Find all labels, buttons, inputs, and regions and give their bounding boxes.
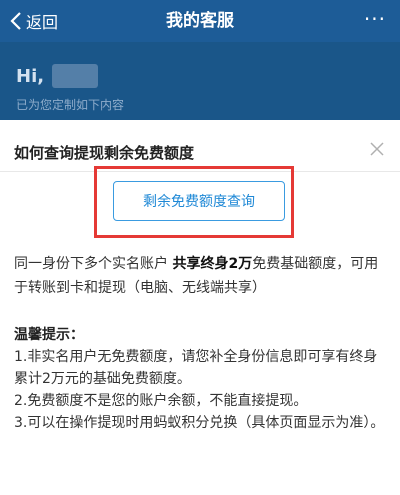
greeting-banner: Hi, 已为您定制如下内容 xyxy=(0,42,400,120)
blurred-username xyxy=(52,64,98,88)
tips-title: 温馨提示： xyxy=(14,327,84,343)
card-title: 如何查询提现剩余免费额度 xyxy=(14,144,195,162)
tip-item: 2.免费额度不是您的账户余额，不能直接提现。 xyxy=(14,393,308,409)
nav-bar: 返回 我的客服 ··· xyxy=(0,0,400,42)
close-button[interactable] xyxy=(366,138,388,160)
greeting-subtitle: 已为您定制如下内容 xyxy=(16,98,125,112)
greeting-text: Hi, xyxy=(16,66,45,87)
tip-item: 3.可以在操作提现时用蚂蚁积分兑换（具体页面显示为准）。 xyxy=(14,415,385,431)
tip-item: 1.非实名用户无免费额度，请您补全身份信息即可享有终身累计2万元的基础免费额度。 xyxy=(14,349,378,387)
close-icon xyxy=(370,142,384,156)
tips-list: 1.非实名用户无免费额度，请您补全身份信息即可享有终身累计2万元的基础免费额度。… xyxy=(14,346,386,434)
faq-card: 如何查询提现剩余免费额度 剩余免费额度查询 同一身份下多个实名账户 共享终身2万… xyxy=(0,128,400,495)
more-button[interactable]: ··· xyxy=(364,0,386,42)
desc-text: 同一身份下多个实名账户 xyxy=(14,256,173,272)
page-title: 我的客服 xyxy=(166,11,234,31)
quota-query-button[interactable]: 剩余免费额度查询 xyxy=(113,181,285,221)
desc-bold: 共享终身2万 xyxy=(172,256,253,272)
quota-description: 同一身份下多个实名账户 共享终身2万免费基础额度，可用于转账到卡和提现（电脑、无… xyxy=(14,252,386,300)
